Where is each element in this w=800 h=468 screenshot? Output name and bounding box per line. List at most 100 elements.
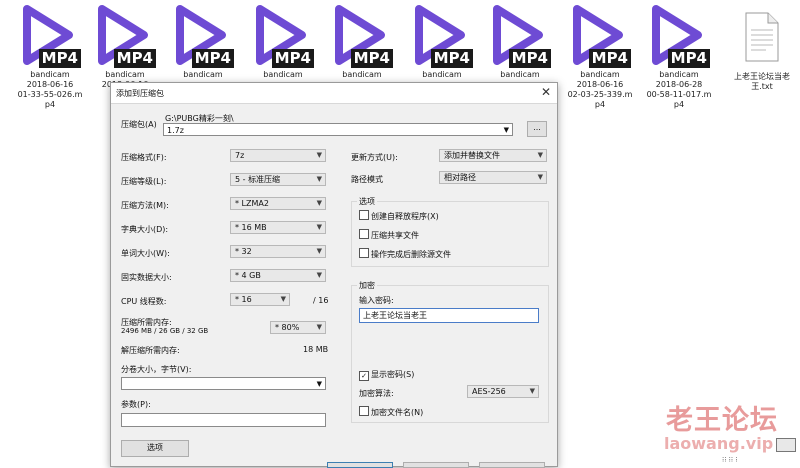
word-label: 单词大小(W):	[121, 249, 170, 258]
desktop-file-mp4[interactable]: MP4 bandicam 2018-06-28 00-58-11-017.m p4	[639, 4, 719, 110]
split-label: 分卷大小，字节(V):	[121, 365, 192, 374]
chevron-down-icon: ▼	[537, 173, 543, 181]
browse-button[interactable]: ...	[527, 121, 547, 137]
checkbox-icon	[359, 210, 369, 220]
play-video-icon: MP4	[172, 4, 234, 70]
path-select[interactable]: 相对路径 ▼	[439, 171, 547, 184]
play-video-icon: MP4	[19, 4, 81, 70]
checkbox-icon	[359, 229, 369, 239]
cpu-value: * 16	[235, 295, 252, 304]
show-password-label: 显示密码(S)	[371, 370, 415, 379]
text-file-icon	[744, 12, 780, 62]
dialog-title: 添加到压缩包	[116, 89, 164, 98]
format-select[interactable]: 7z ▼	[230, 149, 326, 162]
solid-select[interactable]: * 4 GB ▼	[230, 269, 326, 282]
chevron-down-icon: ▼	[280, 295, 286, 303]
sfx-checkbox[interactable]: 创建自释放程序(X)	[359, 210, 439, 222]
chevron-down-icon: ▼	[316, 247, 322, 255]
play-video-icon: MP4	[648, 4, 710, 70]
enc-method-value: AES-256	[472, 387, 506, 396]
cpu-total: / 16	[313, 296, 329, 305]
solid-value: * 4 GB	[235, 271, 261, 280]
file-name: bandicam	[183, 70, 223, 79]
cpu-select[interactable]: * 16 ▼	[230, 293, 290, 306]
level-select[interactable]: 5 - 标准压缩 ▼	[230, 173, 326, 186]
password-label: 输入密码:	[359, 296, 394, 305]
level-label: 压缩等级(L):	[121, 177, 167, 186]
cancel-button[interactable]	[403, 462, 469, 468]
enc-method-select[interactable]: AES-256 ▼	[467, 385, 539, 398]
encrypt-names-checkbox[interactable]: 加密文件名(N)	[359, 406, 423, 418]
decomp-value: 18 MB	[303, 345, 329, 354]
mem-percent-select[interactable]: * 80% ▼	[270, 321, 326, 334]
dialog-titlebar[interactable]: 添加到压缩包 ✕	[111, 83, 557, 104]
desktop-file-mp4[interactable]: MP4 bandicam	[163, 4, 243, 80]
file-name: bandicam	[263, 70, 303, 79]
options-button[interactable]: 选项	[121, 440, 189, 457]
watermark-url: laowang.vip	[664, 434, 774, 453]
mem-percent-value: * 80%	[275, 323, 300, 332]
show-password-checkbox[interactable]: ✓ 显示密码(S)	[359, 369, 414, 381]
file-name: 上老王论坛当老 王.txt	[734, 72, 790, 91]
level-value: 5 - 标准压缩	[235, 175, 281, 184]
dict-select[interactable]: * 16 MB ▼	[230, 221, 326, 234]
window-icon[interactable]	[776, 438, 796, 452]
update-select[interactable]: 添加并替换文件 ▼	[439, 149, 547, 162]
chevron-down-icon: ▼	[316, 175, 322, 183]
chevron-down-icon: ▼	[316, 271, 322, 279]
options-group-title: 选项	[357, 196, 377, 207]
desktop-file-mp4[interactable]: MP4 bandicam	[480, 4, 560, 80]
chevron-down-icon: ▼	[316, 199, 322, 207]
params-input[interactable]	[121, 413, 326, 427]
file-name: bandicam	[342, 70, 382, 79]
mp4-badge: MP4	[271, 49, 314, 68]
word-select[interactable]: * 32 ▼	[230, 245, 326, 258]
shared-checkbox[interactable]: 压缩共享文件	[359, 229, 419, 241]
chevron-down-icon[interactable]: ▼	[504, 124, 509, 137]
mp4-badge: MP4	[38, 49, 81, 68]
archive-name-input[interactable]: 1.7z ▼	[163, 123, 513, 136]
split-size-input[interactable]: ▼	[121, 377, 326, 390]
desktop-file-mp4[interactable]: MP4 bandicam 2018-06-16 01-33-55-026.m p4	[10, 4, 90, 110]
params-label: 参数(P):	[121, 400, 151, 409]
desktop-file-txt[interactable]: 上老王论坛当老 王.txt	[722, 6, 800, 92]
chevron-down-icon[interactable]: ▼	[317, 378, 322, 391]
password-input[interactable]: 上老王论坛当老王	[359, 308, 539, 323]
update-label: 更新方式(U):	[351, 153, 398, 162]
encrypt-names-label: 加密文件名(N)	[371, 408, 424, 417]
method-label: 压缩方法(M):	[121, 201, 169, 210]
desktop-file-mp4[interactable]: MP4 bandicam	[322, 4, 402, 80]
mp4-badge: MP4	[113, 49, 156, 68]
file-name: bandicam	[422, 70, 462, 79]
format-value: 7z	[235, 151, 245, 160]
desktop-file-mp4[interactable]: MP4 bandicam	[243, 4, 323, 80]
enc-method-label: 加密算法:	[359, 389, 394, 398]
play-video-icon: MP4	[411, 4, 473, 70]
mp4-badge: MP4	[430, 49, 473, 68]
method-value: * LZMA2	[235, 199, 269, 208]
chevron-down-icon: ▼	[537, 151, 543, 159]
ok-button[interactable]	[327, 462, 393, 468]
dict-label: 字典大小(D):	[121, 225, 169, 234]
method-select[interactable]: * LZMA2 ▼	[230, 197, 326, 210]
solid-label: 固实数据大小:	[121, 273, 172, 282]
close-icon[interactable]: ✕	[541, 85, 551, 99]
mp4-badge: MP4	[191, 49, 234, 68]
desktop-file-mp4[interactable]: MP4 bandicam	[402, 4, 482, 80]
mem-detail: 2496 MB / 26 GB / 32 GB	[121, 327, 209, 335]
word-value: * 32	[235, 247, 252, 256]
add-to-archive-dialog: 添加到压缩包 ✕ 压缩包(A) G:\PUBG精彩一刻\ 1.7z ▼ ... …	[110, 82, 558, 468]
checkbox-icon	[359, 406, 369, 416]
path-label: 路径模式	[351, 175, 383, 184]
delete-label: 操作完成后删除源文件	[371, 250, 451, 259]
delete-checkbox[interactable]: 操作完成后删除源文件	[359, 248, 451, 260]
encryption-group-title: 加密	[357, 280, 377, 291]
help-button[interactable]	[479, 462, 545, 468]
checkbox-icon	[359, 248, 369, 258]
file-name: bandicam 2018-06-28 00-58-11-017.m p4	[646, 70, 712, 109]
taskbar-dots-icon: ⁝⁝ ⁝⁝ ⁝	[722, 456, 738, 464]
decomp-label: 解压缩所需内存:	[121, 346, 180, 355]
archive-label: 压缩包(A)	[121, 120, 157, 129]
sfx-label: 创建自释放程序(X)	[371, 212, 439, 221]
desktop-file-mp4[interactable]: MP4 bandicam 2018-06-16 02-03-25-339.m p4	[560, 4, 640, 110]
